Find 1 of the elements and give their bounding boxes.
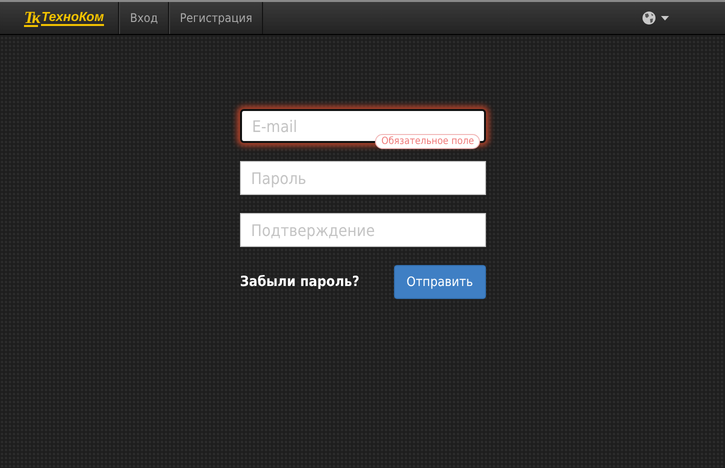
error-tooltip: Обязательное поле bbox=[375, 134, 480, 149]
